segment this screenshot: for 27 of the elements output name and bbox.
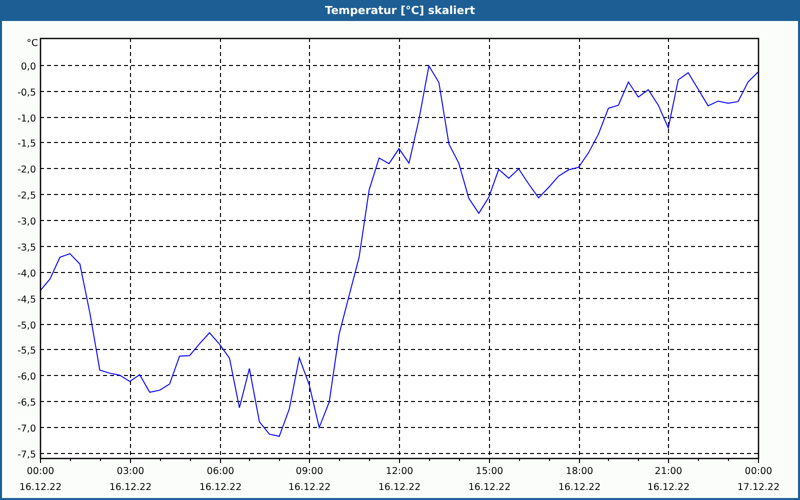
y-axis-label: -3,0 <box>17 216 36 228</box>
x-axis-label: 15:00 16.12.22 <box>468 466 511 493</box>
y-axis-label: -6,0 <box>17 372 36 382</box>
x-axis-label: 18:00 16.12.22 <box>558 466 601 493</box>
x-axis-label: 06:00 16.12.22 <box>199 466 242 493</box>
y-axis-label: -4,5 <box>17 294 36 306</box>
y-axis-label: -2,0 <box>17 164 36 176</box>
x-axis-label: 12:00 16.12.22 <box>378 466 421 493</box>
y-axis-label: -0,5 <box>17 88 36 98</box>
y-axis-label: -3,5 <box>17 242 36 254</box>
x-axis-label: 21:00 16.12.22 <box>647 466 690 493</box>
y-axis-label: -6,5 <box>17 398 36 408</box>
y-axis-label: -5,5 <box>17 346 36 356</box>
window-title: Temperatur [°C] skaliert <box>0 0 800 21</box>
y-axis-label: -5,0 <box>17 320 36 332</box>
y-axis-label: -4,0 <box>17 268 36 280</box>
y-axis-label: -1,0 <box>17 114 36 124</box>
x-axis-label: 09:00 16.12.22 <box>288 466 331 493</box>
y-axis-label: -7,0 <box>17 424 36 434</box>
y-axis-unit: °C <box>26 38 38 49</box>
y-axis-label: -7,5 <box>17 450 36 460</box>
y-axis-label: -1,5 <box>17 138 36 150</box>
y-axis-label: 0,0 <box>20 62 36 72</box>
y-axis-label: -2,5 <box>17 190 36 202</box>
x-axis-label: 00:00 17.12.22 <box>737 466 780 493</box>
x-axis-label: 03:00 16.12.22 <box>109 466 152 493</box>
x-axis-label: 00:00 16.12.22 <box>19 466 62 493</box>
